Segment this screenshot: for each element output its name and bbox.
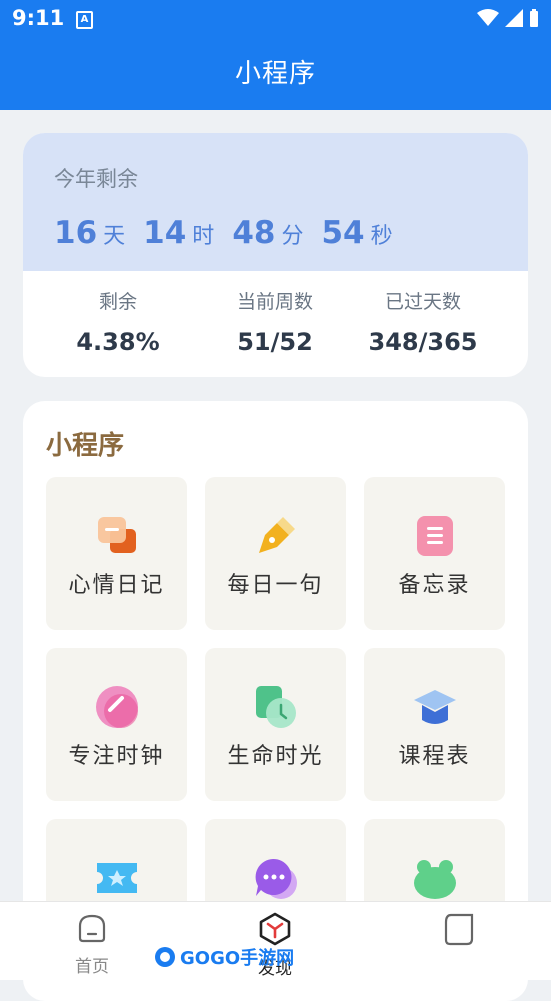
tab-profile[interactable] bbox=[414, 912, 504, 954]
stat-value: 51/52 bbox=[237, 328, 313, 356]
frog-icon bbox=[413, 860, 456, 899]
watermark-text: GOGO手游网 bbox=[180, 948, 295, 969]
home-icon bbox=[78, 914, 106, 943]
app-label: 每日一句 bbox=[227, 573, 324, 598]
chat-bubble-icon bbox=[255, 858, 297, 899]
tab-home[interactable]: 首页 bbox=[47, 912, 137, 977]
notification-icon: A bbox=[76, 11, 93, 29]
countdown-days: 16 bbox=[54, 215, 98, 251]
stat-remaining: 剩余 4.38% bbox=[38, 287, 198, 356]
wifi-icon bbox=[477, 9, 499, 26]
ticket-icon bbox=[96, 863, 137, 893]
life-time-icon bbox=[255, 686, 296, 728]
signal-icon bbox=[505, 9, 523, 27]
app-label: 生命时光 bbox=[227, 744, 324, 769]
mood-diary-icon bbox=[97, 517, 136, 553]
countdown-minutes: 48 bbox=[232, 215, 276, 251]
countdown-seconds: 54 bbox=[321, 215, 365, 251]
status-icons bbox=[477, 9, 539, 27]
app-tile-life-time[interactable]: 生命时光 bbox=[205, 648, 346, 801]
stat-days-passed: 已过天数 348/365 bbox=[343, 287, 503, 356]
watermark-logo-icon bbox=[155, 947, 175, 967]
pen-icon bbox=[258, 517, 295, 553]
countdown-hours: 14 bbox=[143, 215, 187, 251]
status-bar: 9:11 A bbox=[0, 0, 551, 38]
app-tile-timetable[interactable]: 课程表 bbox=[364, 648, 505, 801]
app-tile-daily-quote[interactable]: 每日一句 bbox=[205, 477, 346, 630]
countdown-days-unit: 天 bbox=[103, 224, 126, 249]
countdown-seconds-unit: 秒 bbox=[370, 224, 393, 249]
battery-icon bbox=[530, 9, 538, 27]
title-bar: 小程序 bbox=[0, 38, 551, 110]
section-title: 小程序 bbox=[46, 431, 125, 461]
watermark: GOGO手游网 bbox=[154, 944, 294, 970]
year-stats: 剩余 4.38% 当前周数 51/52 已过天数 348/365 bbox=[23, 271, 528, 377]
app-label: 备忘录 bbox=[398, 573, 471, 598]
year-remaining-label: 今年剩余 bbox=[54, 167, 138, 191]
discover-icon bbox=[259, 912, 291, 946]
countdown-panel: 今年剩余 16 天 14 时 48 分 54 秒 bbox=[23, 133, 528, 271]
focus-clock-icon bbox=[95, 686, 138, 728]
stat-label: 当前周数 bbox=[236, 291, 313, 313]
memo-icon bbox=[416, 516, 453, 556]
stat-current-week: 当前周数 51/52 bbox=[195, 287, 355, 356]
profile-icon bbox=[444, 913, 474, 946]
stat-label: 已过天数 bbox=[384, 291, 461, 313]
app-label: 课程表 bbox=[398, 744, 471, 769]
countdown-minutes-unit: 分 bbox=[281, 224, 304, 249]
countdown-hours-unit: 时 bbox=[192, 224, 215, 249]
app-tile-mood-diary[interactable]: 心情日记 bbox=[46, 477, 187, 630]
page-title: 小程序 bbox=[234, 59, 316, 89]
app-label: 心情日记 bbox=[68, 573, 165, 598]
stat-label: 剩余 bbox=[98, 291, 137, 313]
app-tile-focus-clock[interactable]: 专注时钟 bbox=[46, 648, 187, 801]
app-label: 专注时钟 bbox=[68, 744, 165, 769]
app-tile-memo[interactable]: 备忘录 bbox=[364, 477, 505, 630]
graduation-cap-icon bbox=[413, 690, 456, 724]
stat-value: 4.38% bbox=[76, 328, 160, 356]
year-remaining-card: 今年剩余 16 天 14 时 48 分 54 秒 剩余 4.38% 当前周数 51/52… bbox=[23, 133, 528, 377]
status-time: 9:11 bbox=[12, 6, 65, 30]
countdown-row: 16 天 14 时 48 分 54 秒 bbox=[54, 215, 411, 251]
stat-value: 348/365 bbox=[368, 328, 478, 356]
tab-label: 首页 bbox=[75, 957, 109, 977]
